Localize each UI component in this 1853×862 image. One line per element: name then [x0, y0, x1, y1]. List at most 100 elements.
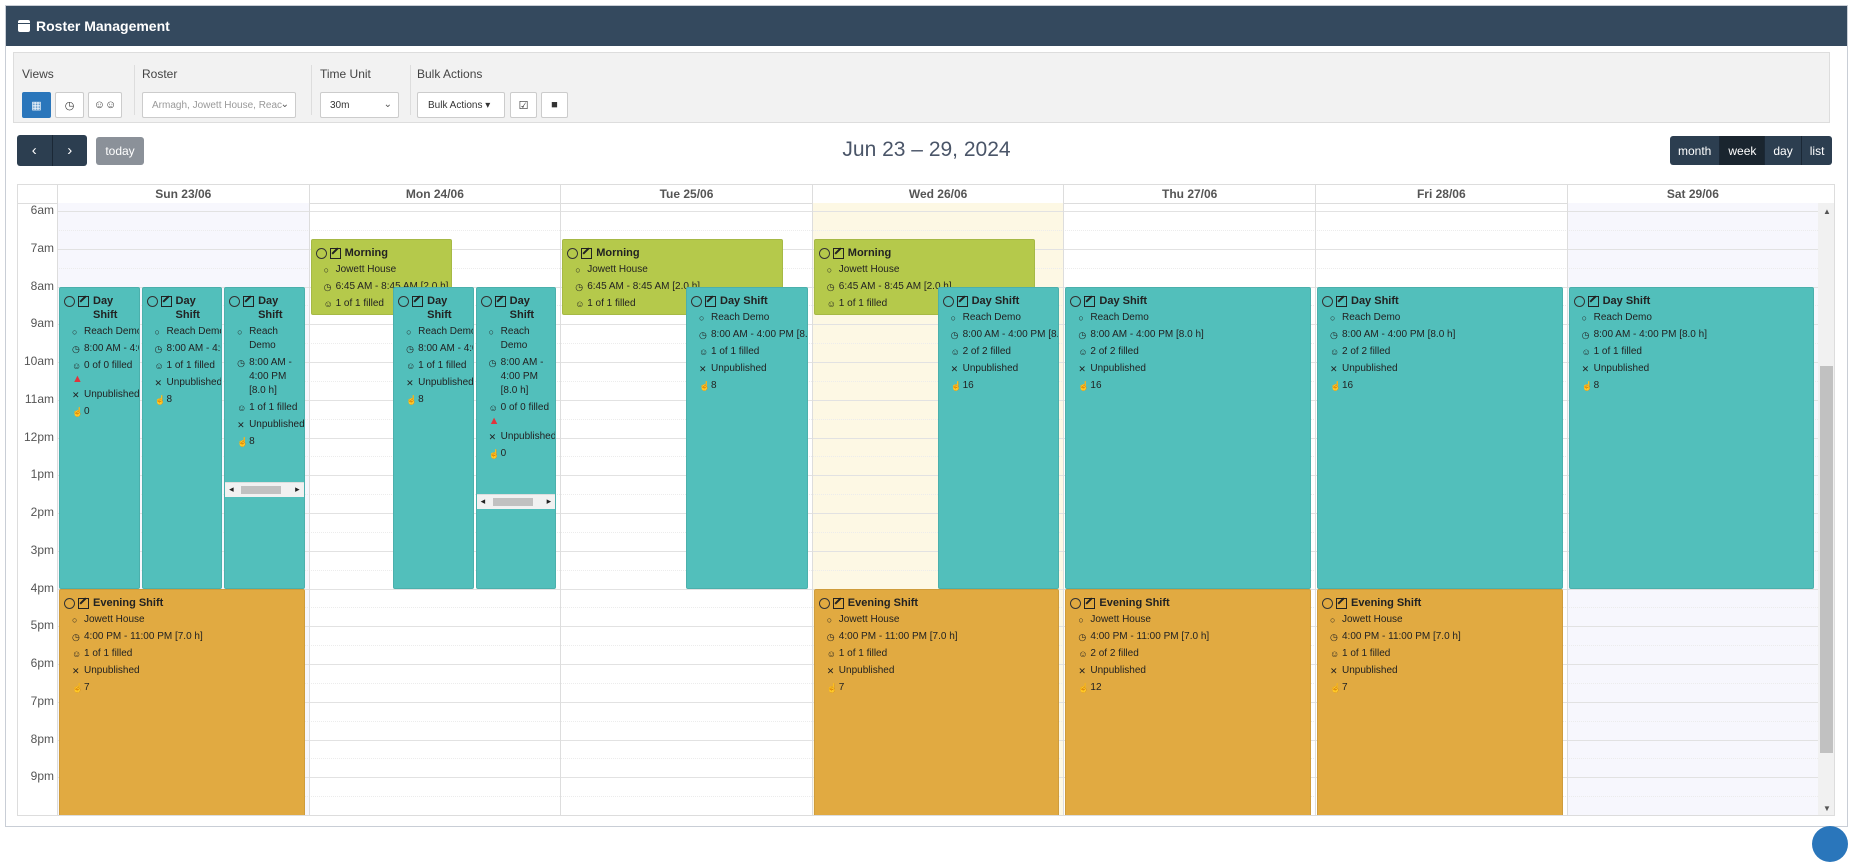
select-circle-icon[interactable] [691, 295, 702, 307]
edit-icon[interactable] [705, 295, 716, 307]
shift-event[interactable]: Evening Shift ○ Jowett House ◷ 4:00 PM - 11:… [1065, 588, 1311, 815]
edit-icon[interactable] [956, 295, 968, 307]
edit-icon[interactable] [1084, 295, 1096, 307]
shift-event[interactable]: Day Shift○Reach Demo◷8:00 AM - 4:00 PM [… [224, 286, 305, 589]
shift-likes: ☝ 12 [1066, 678, 1310, 695]
shift-title: Evening Shift [60, 590, 304, 610]
shift-event[interactable]: Evening Shift ○ Jowett House ◷ 4:00 PM - 11:… [1317, 588, 1563, 815]
select-circle-icon[interactable] [1070, 295, 1082, 307]
shift-publish-status: ✕ Unpublished [1570, 359, 1814, 376]
select-circle-icon[interactable] [146, 295, 158, 307]
user-icon: ☺ [826, 648, 836, 659]
edit-icon[interactable] [412, 295, 424, 307]
event-horizontal-scrollbar[interactable]: ◂ ▸ [225, 481, 304, 497]
shift-publish-status-text: Unpublished [1342, 362, 1398, 374]
header-bar: Roster Management [6, 6, 1847, 46]
select-circle-icon[interactable] [818, 248, 830, 260]
shift-filled-text: 1 of 1 filled [249, 401, 298, 413]
shift-time: ◷ 8:00 AM - 4:00 PM [8.0 h] [1318, 325, 1562, 342]
edit-icon[interactable] [1587, 295, 1599, 307]
shift-likes: ☝ 0 [60, 402, 139, 419]
shift-title: Evening Shift [1318, 590, 1562, 610]
select-circle-icon[interactable] [229, 295, 241, 307]
event-horizontal-scrollbar[interactable]: ◂ ▸ [476, 493, 556, 509]
select-circle-icon[interactable] [64, 295, 75, 307]
staff-view-button[interactable]: ☺☺ [88, 92, 122, 118]
select-circle-icon[interactable] [1322, 597, 1333, 609]
edit-icon[interactable] [78, 597, 89, 609]
view-month-button[interactable]: month [1670, 136, 1721, 165]
help-button[interactable] [1812, 826, 1848, 862]
roster-select[interactable]: Armagh, Jowett House, Reac ⌄ [142, 92, 296, 118]
shift-event[interactable]: Day Shift○Reach Demo◷8:00 AM - 4:00 PM [… [393, 286, 474, 589]
user-icon: ☺ [1581, 346, 1591, 357]
view-week-button[interactable]: week [1720, 136, 1766, 165]
select-circle-icon[interactable] [942, 295, 954, 307]
cross-icon: ✕ [72, 665, 80, 676]
user-icon: ☺ [575, 299, 585, 310]
edit-icon[interactable] [160, 295, 172, 307]
deselect-all-button[interactable]: ■ [541, 92, 568, 118]
bulk-actions-button[interactable]: Bulk Actions ▾ [417, 92, 505, 118]
time-unit-select[interactable]: 30m ⌄ [320, 92, 399, 118]
select-circle-icon[interactable] [567, 248, 579, 260]
view-day-button[interactable]: day [1765, 136, 1802, 165]
edit-icon[interactable] [832, 248, 844, 260]
shift-event[interactable]: Evening Shift ○ Jowett House ◷ 4:00 PM - 11:… [813, 588, 1060, 815]
shift-event[interactable]: Day Shift○Reach Demo◷8:00 AM - 4:00 PM [… [937, 286, 1060, 589]
shift-event[interactable]: Day Shift○Reach Demo◷8:00 AM - 4:00 PM [… [1065, 286, 1311, 589]
clock-icon: ◷ [575, 282, 584, 293]
vertical-scrollbar[interactable]: ▲ ▼ [1818, 203, 1834, 815]
edit-icon[interactable] [1336, 597, 1347, 609]
shift-time-text: 8:00 AM - 4:00 PM [8.0 h] [166, 342, 222, 354]
shift-event[interactable]: Day Shift○Reach Demo◷8:00 AM - 4:00 PM [… [1568, 286, 1815, 589]
select-circle-icon[interactable] [480, 295, 492, 307]
view-list-button[interactable]: list [1802, 136, 1833, 165]
select-circle-icon[interactable] [398, 295, 410, 307]
shift-likes: ☝ 0 [477, 444, 556, 461]
shift-event[interactable]: Day Shift○Reach Demo◷8:00 AM - 4:00 PM [… [475, 286, 557, 589]
shift-publish-status: ✕ Unpublished [1318, 359, 1562, 376]
select-circle-icon[interactable] [818, 597, 830, 609]
edit-icon[interactable] [494, 295, 506, 307]
thumbs-up-icon: ☝ [406, 394, 418, 405]
shift-location: ○ Reach Demo [687, 308, 807, 325]
shift-time-text: 4:00 PM - 11:00 PM [7.0 h] [84, 630, 203, 642]
edit-icon[interactable] [1084, 597, 1096, 609]
select-circle-icon[interactable] [1322, 295, 1333, 307]
scroll-thumb[interactable] [1820, 366, 1833, 753]
calendar-view-button[interactable]: ▦ [22, 92, 51, 118]
day-header: Wed 26/06 [811, 185, 1064, 203]
select-circle-icon[interactable] [315, 248, 327, 260]
shift-event[interactable]: Day Shift○Reach Demo◷8:00 AM - 4:00 PM [… [1317, 286, 1563, 589]
clock-icon: ◷ [323, 282, 332, 293]
select-circle-icon[interactable] [64, 597, 75, 609]
edit-icon[interactable] [832, 597, 844, 609]
shift-filled: ☺ 2 of 2 filled [939, 342, 1059, 359]
shift-title: Evening Shift [1066, 590, 1310, 610]
shift-event[interactable]: Day Shift○Reach Demo◷8:00 AM - 4:00 PM [… [59, 286, 140, 589]
edit-icon[interactable] [581, 248, 593, 260]
shift-time: ◷ 8:00 AM - 4:00 PM [8.0 h] [225, 353, 304, 398]
shift-title-text: Day Shift [427, 294, 452, 321]
shift-event[interactable]: Day Shift○Reach Demo◷8:00 AM - 4:00 PM [… [686, 286, 808, 589]
shift-title-text: Day Shift [509, 294, 535, 321]
scroll-thumb[interactable] [241, 485, 282, 494]
select-circle-icon[interactable] [1573, 295, 1585, 307]
shift-publish-status: ✕ Unpublished [1066, 661, 1310, 678]
shift-title-text: Morning [596, 247, 640, 260]
shift-filled-text: 1 of 1 filled [84, 647, 133, 659]
edit-icon[interactable] [329, 248, 341, 260]
scroll-thumb[interactable] [492, 497, 533, 506]
edit-icon[interactable] [1336, 295, 1347, 307]
timeline-view-button[interactable]: ◷ [55, 92, 84, 118]
edit-icon[interactable] [243, 295, 255, 307]
shift-location: ○ Reach Demo [1066, 308, 1310, 325]
shift-event[interactable]: Day Shift○Reach Demo◷8:00 AM - 4:00 PM [… [141, 286, 223, 589]
select-all-button[interactable]: ☑ [510, 92, 537, 118]
day-divider [1566, 203, 1568, 815]
edit-icon[interactable] [78, 295, 89, 307]
select-circle-icon[interactable] [1070, 597, 1082, 609]
shift-event[interactable]: Evening Shift ○ Jowett House ◷ 4:00 PM - 11:… [59, 588, 305, 815]
shift-location-text: Jowett House [1342, 613, 1403, 625]
